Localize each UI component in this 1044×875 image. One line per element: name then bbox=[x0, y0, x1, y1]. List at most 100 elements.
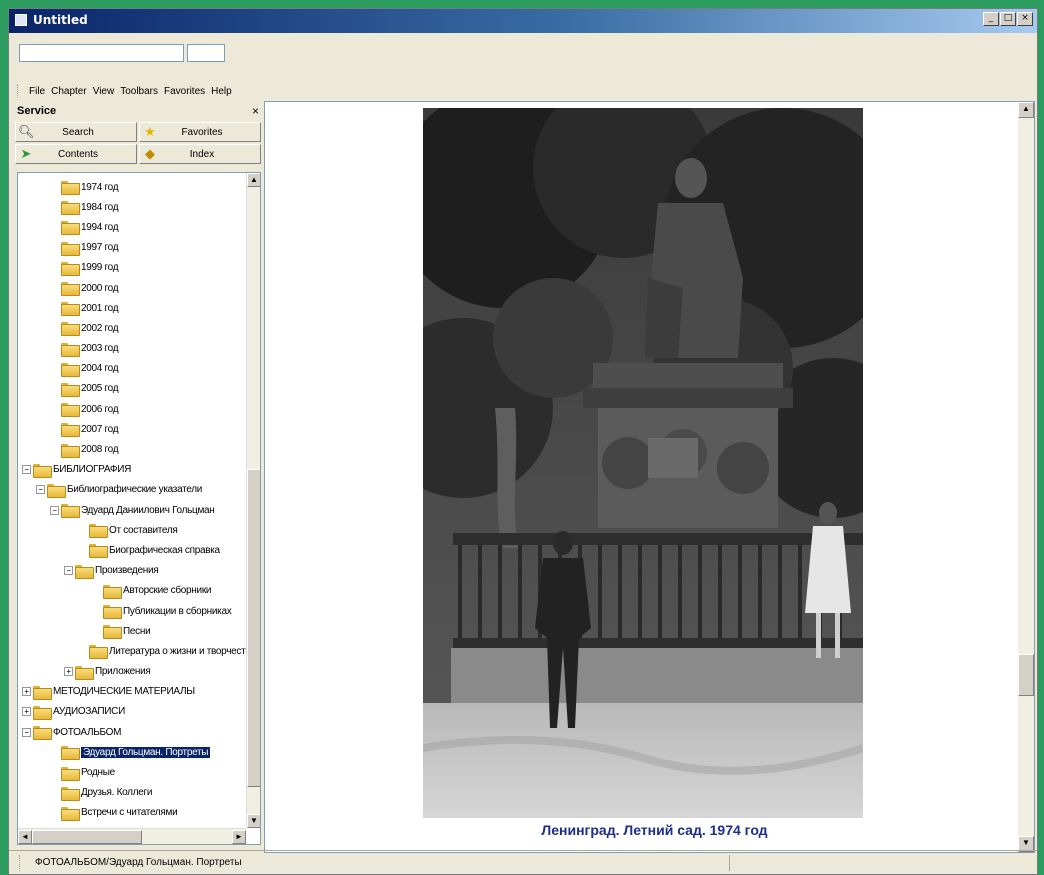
tree-item[interactable]: − Произведения bbox=[18, 561, 246, 581]
tree-item[interactable]: − ФОТОАЛЬБОМ bbox=[18, 722, 246, 742]
tab-contents[interactable]: ➤ Contents bbox=[15, 144, 137, 164]
folder-icon bbox=[61, 786, 80, 801]
tree-item[interactable]: Биографическая справка bbox=[18, 540, 246, 560]
folder-icon bbox=[61, 282, 80, 297]
menu-help[interactable]: Help bbox=[208, 84, 235, 99]
scroll-left-icon[interactable]: ◄ bbox=[18, 830, 32, 844]
service-header: Service × bbox=[13, 102, 263, 120]
collapse-icon[interactable]: − bbox=[64, 566, 73, 576]
tree-item[interactable]: Публикации в сборниках bbox=[18, 601, 246, 621]
tab-favorites[interactable]: ★ Favorites bbox=[139, 122, 261, 142]
tree-item[interactable]: 2006 год bbox=[18, 399, 246, 419]
tab-index[interactable]: ◆ Index bbox=[139, 144, 261, 164]
tree-item[interactable]: + Приложения bbox=[18, 662, 246, 682]
status-grip bbox=[19, 854, 25, 871]
expand-icon[interactable]: + bbox=[22, 687, 31, 697]
tree-item[interactable]: 2002 год bbox=[18, 318, 246, 338]
tab-search-label: Search bbox=[62, 126, 94, 138]
address-input[interactable] bbox=[19, 44, 184, 62]
tree-item[interactable]: Авторские сборники bbox=[18, 581, 246, 601]
tree-item[interactable]: 2000 год bbox=[18, 278, 246, 298]
tree-item-label: ФОТОАЛЬБОМ bbox=[53, 726, 122, 738]
collapse-icon[interactable]: − bbox=[22, 727, 31, 737]
tree-item[interactable]: 2007 год bbox=[18, 419, 246, 439]
folder-icon bbox=[103, 584, 122, 599]
tree-item-label: Песни bbox=[123, 625, 151, 637]
tree-item[interactable]: 2003 год bbox=[18, 339, 246, 359]
tree-item[interactable]: + АУДИОЗАПИСИ bbox=[18, 702, 246, 722]
address-combo[interactable] bbox=[187, 44, 225, 62]
tree-item[interactable]: 2001 год bbox=[18, 298, 246, 318]
collapse-icon[interactable]: − bbox=[50, 505, 59, 515]
scroll-thumb[interactable] bbox=[247, 469, 260, 787]
tree-item[interactable]: 1999 год bbox=[18, 258, 246, 278]
tree-item[interactable]: + МЕТОДИЧЕСКИЕ МАТЕРИАЛЫ bbox=[18, 682, 246, 702]
tree-item-label: Библиографические указатели bbox=[67, 484, 203, 496]
window-title: Untitled bbox=[33, 13, 88, 27]
menu-favorites[interactable]: Favorites bbox=[161, 84, 208, 99]
menu-view[interactable]: View bbox=[90, 84, 118, 99]
title-bar[interactable]: Untitled _ □ × bbox=[9, 9, 1037, 33]
tree-item-label: Встречи с читателями bbox=[81, 807, 178, 819]
service-close-icon[interactable]: × bbox=[252, 104, 259, 118]
folder-icon bbox=[61, 766, 80, 781]
menu-grip[interactable] bbox=[17, 84, 20, 98]
tree-item[interactable]: 1984 год bbox=[18, 197, 246, 217]
tree-item[interactable]: 2005 год bbox=[18, 379, 246, 399]
content-vertical-scrollbar[interactable]: ▲ ▼ bbox=[1018, 102, 1034, 852]
scroll-right-icon[interactable]: ► bbox=[232, 830, 246, 844]
tree-horizontal-scrollbar[interactable]: ◄ ► bbox=[18, 828, 246, 844]
arrow-icon: ➤ bbox=[20, 146, 32, 161]
tree-item[interactable]: 2008 год bbox=[18, 439, 246, 459]
tree-item-label: Биографическая справка bbox=[109, 544, 220, 556]
menu-chapter[interactable]: Chapter bbox=[48, 84, 90, 99]
expand-icon[interactable]: + bbox=[64, 667, 73, 677]
folder-icon bbox=[61, 746, 80, 761]
tree-item[interactable]: − Библиографические указатели bbox=[18, 480, 246, 500]
tree-item[interactable]: Друзья. Коллеги bbox=[18, 783, 246, 803]
tree-item[interactable]: 1974 год bbox=[18, 177, 246, 197]
expand-icon[interactable]: + bbox=[22, 707, 31, 717]
tree-item-label: Приложения bbox=[95, 666, 151, 678]
scroll-up-icon[interactable]: ▲ bbox=[247, 173, 260, 187]
content-scroll-up-icon[interactable]: ▲ bbox=[1018, 102, 1034, 118]
close-button[interactable]: × bbox=[1017, 12, 1033, 26]
tree-item-label: БИБЛИОГРАФИЯ bbox=[53, 464, 132, 476]
tree-item[interactable]: Родные bbox=[18, 762, 246, 782]
tree-item-label: 1984 год bbox=[81, 201, 119, 213]
menu-file[interactable]: File bbox=[26, 84, 48, 99]
tree-item-label: МЕТОДИЧЕСКИЕ МАТЕРИАЛЫ bbox=[53, 686, 195, 698]
tree-item[interactable]: Эдуард Гольцман. Портреты bbox=[18, 742, 246, 762]
tree-item-label: Родные bbox=[81, 767, 115, 779]
scroll-down-icon[interactable]: ▼ bbox=[247, 814, 260, 828]
tree-item[interactable]: − БИБЛИОГРАФИЯ bbox=[18, 460, 246, 480]
hscroll-thumb[interactable] bbox=[32, 830, 142, 844]
folder-icon bbox=[61, 261, 80, 276]
tree-item[interactable]: Встречи с читателями bbox=[18, 803, 246, 823]
tree-item-label: 2001 год bbox=[81, 302, 119, 314]
tree-item-label: Авторские сборники bbox=[123, 585, 212, 597]
folder-icon bbox=[33, 463, 52, 478]
tree-item[interactable]: 1994 год bbox=[18, 217, 246, 237]
key-icon: ◆ bbox=[145, 146, 155, 161]
folder-icon bbox=[103, 605, 122, 620]
minimize-button[interactable]: _ bbox=[983, 12, 999, 26]
tree-item[interactable]: − Эдуард Даниилович Гольцман bbox=[18, 500, 246, 520]
tree-item[interactable]: Литература о жизни и творчестве bbox=[18, 641, 246, 661]
tree-vertical-scrollbar[interactable]: ▲ ▼ bbox=[246, 173, 260, 828]
photo-summer-garden bbox=[423, 108, 863, 818]
tree-item[interactable]: Песни bbox=[18, 621, 246, 641]
tree-item[interactable]: 1997 год bbox=[18, 238, 246, 258]
content-scroll-thumb[interactable] bbox=[1018, 654, 1034, 696]
status-path: ФОТОАЛЬБОМ/Эдуард Гольцман. Портреты bbox=[35, 857, 242, 868]
collapse-icon[interactable]: − bbox=[22, 465, 31, 475]
tree-item-label: 2003 год bbox=[81, 343, 119, 355]
folder-icon bbox=[61, 443, 80, 458]
collapse-icon[interactable]: − bbox=[36, 485, 45, 495]
tab-search[interactable]: 🔍︎ Search bbox=[15, 122, 137, 142]
menu-toolbars[interactable]: Toolbars bbox=[117, 84, 161, 99]
maximize-button[interactable]: □ bbox=[1000, 12, 1016, 26]
tree-item[interactable]: 2004 год bbox=[18, 359, 246, 379]
tree-item[interactable]: От составителя bbox=[18, 520, 246, 540]
service-title: Service bbox=[17, 105, 57, 117]
